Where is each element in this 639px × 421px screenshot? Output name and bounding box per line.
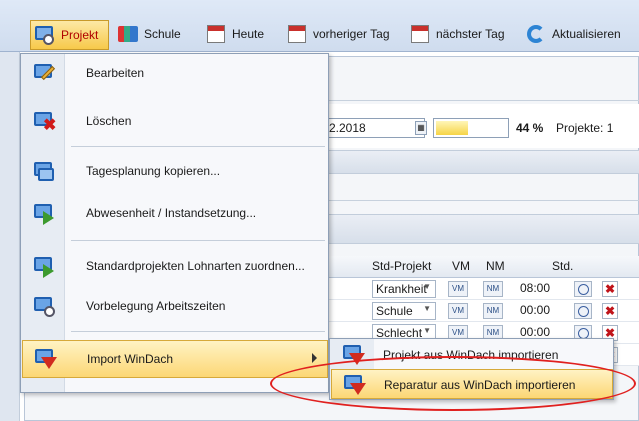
vm-button[interactable]: VM (448, 281, 468, 297)
menu-separator (71, 146, 325, 147)
table-header: Std-Projekt VM NM Std. (320, 256, 639, 278)
progress-fill (436, 121, 468, 135)
absence-icon (32, 202, 56, 226)
col-nm: NM (486, 259, 505, 273)
copy-icon (32, 160, 56, 184)
clock-icon[interactable] (574, 303, 592, 319)
delete-icon: ✖ (32, 110, 56, 134)
annotation-ellipse (270, 356, 636, 411)
table-row: Krankheit ▼ VM NM 08:00 ✖ (320, 278, 639, 300)
projekt-menu: Bearbeiten ✖ Löschen Tagesplanung kopier… (20, 53, 329, 393)
worktime-icon (32, 295, 56, 319)
left-panel (0, 52, 20, 421)
std-value: 00:00 (520, 325, 551, 339)
edit-icon (32, 62, 56, 86)
menu-item-label: Löschen (86, 114, 132, 128)
vm-button[interactable]: VM (448, 303, 468, 319)
delete-row-icon[interactable]: ✖ (602, 303, 618, 319)
menu-separator (71, 331, 325, 332)
projekt-button[interactable]: Projekt (30, 20, 110, 50)
schule-button[interactable]: Schule (116, 21, 185, 47)
section-band-1 (320, 150, 639, 174)
section-band-2 (320, 214, 639, 244)
books-icon (116, 23, 140, 45)
submenu-arrow-icon (312, 353, 317, 363)
std-value: 00:00 (520, 303, 551, 317)
assign-icon (32, 255, 56, 279)
heute-label: Heute (232, 27, 265, 41)
aktualisieren-button[interactable]: Aktualisieren (524, 21, 625, 47)
calendar-next-icon (408, 23, 432, 45)
menu-item-label: Import WinDach (87, 352, 174, 366)
projekte-count: Projekte: 1 (556, 121, 614, 135)
menu-item-bearbeiten[interactable]: Bearbeiten (22, 56, 328, 92)
vorheriger-tag-label: vorheriger Tag (313, 27, 390, 41)
delete-row-icon[interactable]: ✖ (602, 281, 618, 297)
aktualisieren-label: Aktualisieren (552, 27, 621, 41)
std-projekt-value: Krankheit (376, 282, 427, 296)
naechster-tag-button[interactable]: nächster Tag (408, 21, 509, 47)
nm-button[interactable]: NM (483, 281, 503, 297)
std-projekt-select[interactable]: Schule ▼ (372, 302, 436, 320)
divider (320, 200, 639, 201)
calendar-prev-icon (285, 23, 309, 45)
toolbar: Projekt Schule Heute vorheriger Tag näch… (0, 0, 639, 52)
project-icon (33, 24, 57, 46)
date-value: 2.2018 (329, 121, 366, 135)
progress-percent: 44 % (516, 121, 544, 135)
menu-item-abwesenheit[interactable]: Abwesenheit / Instandsetzung... (22, 196, 328, 232)
heute-button[interactable]: Heute (204, 21, 268, 47)
menu-item-label: Abwesenheit / Instandsetzung... (86, 206, 257, 220)
naechster-tag-label: nächster Tag (436, 27, 505, 41)
vorheriger-tag-button[interactable]: vorheriger Tag (285, 21, 394, 47)
divider (320, 100, 639, 101)
table-row: Schule ▼ VM NM 00:00 ✖ (320, 300, 639, 322)
menu-item-loeschen[interactable]: ✖ Löschen (22, 104, 328, 140)
std-projekt-value: Schule (376, 304, 413, 318)
menu-item-label: Vorbelegung Arbeitszeiten (86, 299, 226, 313)
import-icon (33, 347, 57, 371)
col-std-projekt: Std-Projekt (372, 259, 432, 273)
menu-item-label: Tagesplanung kopieren... (86, 164, 221, 178)
schule-label: Schule (144, 27, 181, 41)
std-projekt-select[interactable]: Krankheit ▼ (372, 280, 436, 298)
menu-item-tagesplanung-kopieren[interactable]: Tagesplanung kopieren... (22, 154, 328, 190)
menu-separator (71, 240, 325, 241)
menu-item-label: Standardprojekten Lohnarten zuordnen... (86, 259, 305, 273)
refresh-icon (524, 23, 548, 45)
date-picker-button[interactable]: ▦ (415, 121, 427, 135)
menu-item-label: Bearbeiten (86, 66, 145, 80)
nm-button[interactable]: NM (483, 303, 503, 319)
date-input[interactable]: 2.2018 (325, 118, 425, 138)
progress-bar (433, 118, 509, 138)
std-value: 08:00 (520, 281, 551, 295)
projekt-label: Projekt (61, 28, 99, 42)
menu-item-vorbelegung-arbeitszeiten[interactable]: Vorbelegung Arbeitszeiten (22, 289, 328, 325)
clock-icon[interactable] (574, 281, 592, 297)
menu-item-standardprojekte-lohnarten[interactable]: Standardprojekten Lohnarten zuordnen... (22, 249, 328, 285)
col-std: Std. (552, 259, 574, 273)
col-vm: VM (452, 259, 470, 273)
calendar-icon (204, 23, 228, 45)
